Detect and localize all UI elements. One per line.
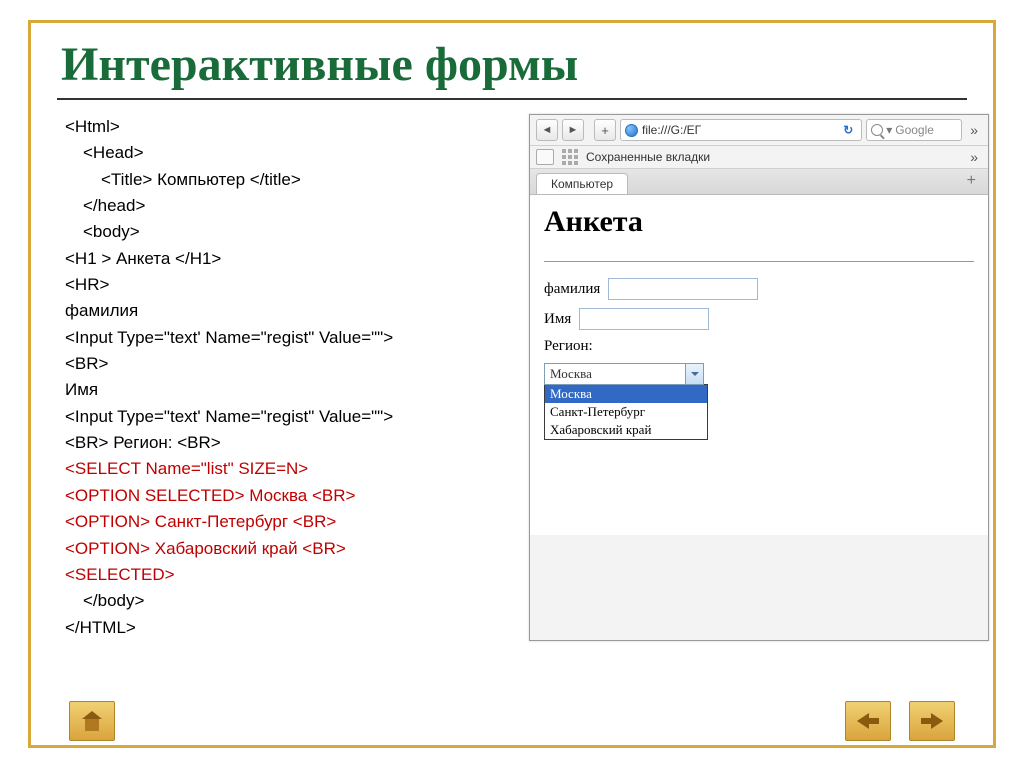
title-underline (57, 98, 967, 100)
content-area: <Html><Head><Title> Компьютер </title></… (31, 110, 993, 641)
bookmarks-label[interactable]: Сохраненные вкладки (586, 150, 710, 164)
browser-window: ◄ ► + file:///G:/ЕГ ↻ ▾ Google » (529, 114, 989, 641)
code-line: <Input Type="text' Name="regist" Value="… (65, 404, 509, 430)
search-icon (871, 124, 883, 136)
firstname-label: Имя (544, 311, 571, 328)
forward-button[interactable]: ► (562, 119, 584, 141)
arrow-left-icon (857, 713, 869, 729)
grid-icon[interactable] (562, 149, 578, 165)
toolbar-more-icon[interactable]: » (966, 122, 982, 138)
code-line: <Head> (65, 140, 509, 166)
code-line: фамилия (65, 298, 509, 324)
dropdown-option[interactable]: Санкт-Петербург (545, 403, 707, 421)
region-row: Регион: (544, 338, 974, 355)
dropdown-option[interactable]: Москва (545, 385, 707, 403)
address-bar[interactable]: file:///G:/ЕГ ↻ (620, 119, 862, 141)
code-line: <Title> Компьютер </title> (65, 167, 509, 193)
browser-preview-column: ◄ ► + file:///G:/ЕГ ↻ ▾ Google » (529, 114, 989, 641)
slide-title: Интерактивные формы (31, 23, 993, 98)
code-line: <OPTION SELECTED> Москва <BR> (65, 483, 509, 509)
back-button[interactable]: ◄ (536, 119, 558, 141)
home-icon (80, 711, 104, 731)
code-line: </head> (65, 193, 509, 219)
slide-nav (31, 701, 993, 741)
code-line: <HR> (65, 272, 509, 298)
new-tab-button[interactable]: + (594, 119, 616, 141)
code-line: </HTML> (65, 615, 509, 641)
search-placeholder: Google (895, 123, 934, 137)
dropdown-option[interactable]: Хабаровский край (545, 421, 707, 439)
next-slide-button[interactable] (909, 701, 955, 741)
code-line: <SELECTED> (65, 562, 509, 588)
firstname-row: Имя (544, 308, 974, 330)
tab-title: Компьютер (551, 177, 613, 191)
search-bar[interactable]: ▾ Google (866, 119, 962, 141)
code-line: </body> (65, 588, 509, 614)
tabs-row: Компьютер + (530, 169, 988, 195)
code-line: <H1 > Анкета </H1> (65, 246, 509, 272)
region-label: Регион: (544, 338, 593, 355)
home-button[interactable] (69, 701, 115, 741)
code-line: <OPTION> Хабаровский край <BR> (65, 536, 509, 562)
code-line: <Input Type="text' Name="regist" Value="… (65, 325, 509, 351)
lastname-label: фамилия (544, 281, 600, 298)
page-body: Анкета фамилия Имя Регион: Москва (530, 195, 988, 535)
reload-icon[interactable]: ↻ (843, 123, 857, 137)
active-tab[interactable]: Компьютер (536, 173, 628, 194)
horizontal-rule (544, 261, 974, 262)
firstname-input[interactable] (579, 308, 709, 330)
bookmarks-bar: Сохраненные вкладки » (530, 146, 988, 169)
book-icon[interactable] (536, 149, 554, 165)
code-line: <BR> Регион: <BR> (65, 430, 509, 456)
code-line: <OPTION> Санкт-Петербург <BR> (65, 509, 509, 535)
code-line: <body> (65, 219, 509, 245)
code-line: <BR> (65, 351, 509, 377)
lastname-input[interactable] (608, 278, 758, 300)
html-code-listing: <Html><Head><Title> Компьютер </title></… (65, 114, 509, 641)
arrow-right-icon (931, 713, 943, 729)
tab-plus-button[interactable]: + (961, 172, 982, 194)
chevron-down-icon[interactable] (685, 364, 703, 384)
region-dropdown[interactable]: МоскваСанкт-ПетербургХабаровский край (544, 384, 708, 440)
code-line: Имя (65, 377, 509, 403)
slide-frame: Интерактивные формы <Html><Head><Title> … (28, 20, 996, 748)
bookmarks-more-icon[interactable]: » (966, 149, 982, 165)
globe-icon (625, 124, 638, 137)
region-select[interactable]: Москва (544, 363, 704, 385)
select-value: Москва (550, 366, 592, 382)
lastname-row: фамилия (544, 278, 974, 300)
code-line: <Html> (65, 114, 509, 140)
browser-toolbar: ◄ ► + file:///G:/ЕГ ↻ ▾ Google » (530, 115, 988, 146)
address-text: file:///G:/ЕГ (642, 123, 701, 137)
page-heading: Анкета (544, 205, 974, 239)
code-line: <SELECT Name="list" SIZE=N> (65, 456, 509, 482)
prev-slide-button[interactable] (845, 701, 891, 741)
